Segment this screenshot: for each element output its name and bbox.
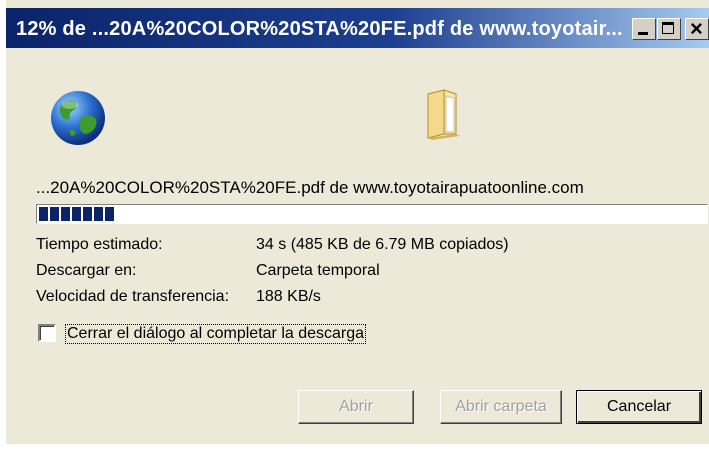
- open-folder-button[interactable]: Abrir carpeta: [440, 390, 562, 424]
- window-title: 12% de ...20A%20COLOR%20STA%20FE.pdf de …: [16, 18, 623, 40]
- download-progress-bar: [36, 204, 708, 224]
- estimated-time-value: 34 s (485 KB de 6.79 MB copiados): [256, 236, 509, 253]
- download-to-value: Carpeta temporal: [256, 262, 380, 279]
- close-on-complete-label[interactable]: Cerrar el diálogo al completar la descar…: [64, 324, 367, 344]
- maximize-button[interactable]: [657, 18, 681, 40]
- open-button[interactable]: Abrir: [298, 390, 414, 424]
- download-to-label: Descargar en:: [36, 262, 137, 279]
- close-on-complete-checkbox[interactable]: [38, 324, 56, 342]
- transfer-rate-value: 188 KB/s: [256, 288, 321, 305]
- estimated-time-label: Tiempo estimado:: [36, 236, 163, 253]
- globe-icon: [51, 91, 105, 145]
- transfer-rate-label: Velocidad de transferencia:: [36, 288, 230, 305]
- cancel-button[interactable]: Cancelar: [576, 390, 702, 424]
- folder-icon: [427, 89, 460, 140]
- download-file-name: ...20A%20COLOR%20STA%20FE.pdf de www.toy…: [36, 178, 584, 197]
- close-icon: ×: [690, 16, 703, 41]
- progress-fill: [39, 207, 114, 221]
- title-bar[interactable]: 12% de ...20A%20COLOR%20STA%20FE.pdf de …: [6, 8, 709, 48]
- minimize-button[interactable]: [632, 18, 656, 40]
- close-button[interactable]: ×: [685, 16, 709, 41]
- download-dialog: 12% de ...20A%20COLOR%20STA%20FE.pdf de …: [0, 0, 709, 454]
